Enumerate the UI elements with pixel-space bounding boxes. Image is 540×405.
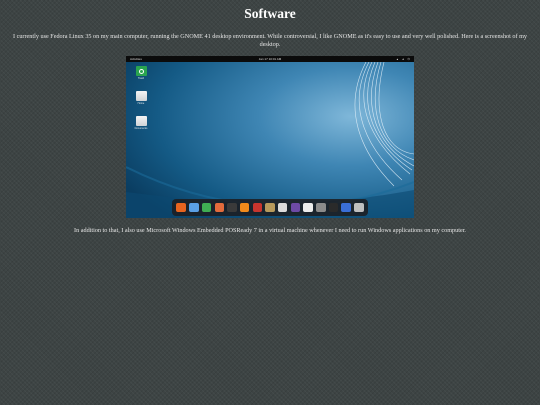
settings-icon[interactable] (316, 202, 326, 213)
app-grid-icon[interactable] (354, 202, 364, 213)
software-center-icon[interactable] (252, 202, 263, 213)
dock (172, 199, 368, 216)
page-title: Software (244, 6, 296, 21)
desktop-icon-label: Trash (137, 77, 145, 80)
desktop-icon-label: Documents (134, 127, 148, 130)
wallpaper (126, 62, 414, 218)
desktop-icon-label: Home (137, 102, 145, 105)
vlc-icon[interactable] (239, 202, 250, 213)
desktop-screenshot: Activities Jan 17 10:01 AM ▴ ◂ ⏻ Trash H… (126, 56, 414, 218)
desktop-icon-trash[interactable]: Trash (132, 66, 150, 80)
camera-icon[interactable] (303, 202, 313, 213)
home-folder-icon (135, 91, 147, 101)
terminal-icon[interactable] (328, 202, 339, 213)
intro-paragraph: I currently use Fedora Linux 35 on my ma… (12, 33, 528, 49)
boxes-icon[interactable] (290, 202, 301, 213)
firefox-icon[interactable] (176, 202, 186, 213)
files-icon[interactable] (189, 202, 199, 213)
gimp-icon[interactable] (265, 202, 275, 213)
screenshot-icon[interactable] (277, 202, 288, 213)
desktop-icon-folder[interactable]: Documents (132, 116, 150, 130)
desktop-icon-home[interactable]: Home (132, 91, 150, 105)
trash-icon (135, 66, 147, 76)
folder-icon (135, 116, 147, 126)
second-paragraph: In addition to that, I also use Microsof… (74, 227, 466, 234)
calc-icon[interactable] (201, 202, 212, 213)
impress-icon[interactable] (214, 202, 224, 213)
text-editor-icon[interactable] (227, 202, 237, 213)
vm-icon[interactable] (341, 202, 351, 213)
